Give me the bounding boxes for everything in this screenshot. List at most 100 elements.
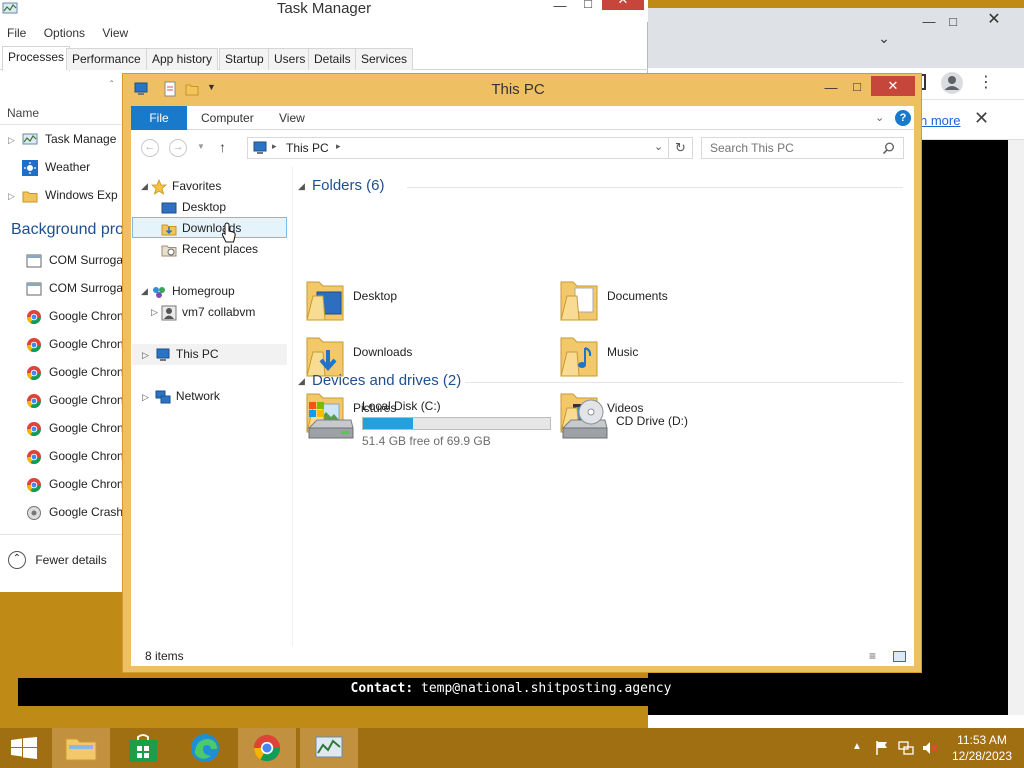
chrome-close-button[interactable]: ✕: [968, 10, 1020, 30]
tab-app-history[interactable]: App history: [146, 48, 219, 70]
tab-services[interactable]: Services: [355, 48, 414, 70]
learn-more-link[interactable]: n more: [920, 113, 960, 128]
folder-documents[interactable]: Documents: [557, 274, 777, 326]
list-item[interactable]: COM Surroga: [26, 276, 123, 300]
nav-recent-places[interactable]: Recent places: [161, 239, 258, 260]
explorer-maximize-button[interactable]: □: [847, 77, 867, 97]
tab-users[interactable]: Users: [268, 48, 312, 70]
folder-desktop[interactable]: Desktop: [303, 274, 523, 326]
refresh-button[interactable]: ↻: [669, 137, 693, 159]
nav-homegroup[interactable]: Homegroup: [151, 281, 235, 302]
volume-muted-icon[interactable]: [922, 740, 938, 756]
fewer-details-button[interactable]: ⌃ Fewer details: [8, 551, 107, 569]
nav-this-pc[interactable]: ▷ This PC: [132, 344, 287, 365]
task-manager-icon: [315, 736, 343, 758]
address-dropdown-icon[interactable]: ⌄: [654, 140, 663, 153]
breadcrumb-arrow-icon[interactable]: ▸: [272, 141, 277, 152]
drive-local-disk[interactable]: Local Disk (C:) 51.4 GB free of 69.9 GB: [303, 398, 553, 450]
collapse-arrow-icon[interactable]: ◢: [298, 181, 308, 192]
tm-menu-file[interactable]: File: [7, 26, 26, 40]
address-bar[interactable]: ▸ This PC ▸ ⌄: [247, 137, 669, 159]
column-header-name[interactable]: Name: [7, 106, 39, 120]
forward-button[interactable]: →: [169, 139, 187, 157]
expand-arrow-icon[interactable]: ▷: [8, 184, 22, 208]
chrome-scrollbar[interactable]: [1008, 140, 1024, 715]
ribbon-expand-icon[interactable]: ⌄: [875, 111, 884, 124]
help-icon[interactable]: ?: [895, 110, 911, 126]
list-item[interactable]: Google Chron: [26, 444, 124, 468]
folder-music[interactable]: Music: [557, 330, 777, 382]
taskbar-edge[interactable]: [176, 728, 234, 768]
tm-menu-view[interactable]: View: [102, 26, 128, 40]
details-view-icon[interactable]: ≡: [869, 649, 876, 663]
list-item[interactable]: Weather: [8, 155, 90, 179]
system-clock[interactable]: 11:53 AM 12/28/2023: [952, 732, 1012, 764]
list-item[interactable]: COM Surroga: [26, 248, 123, 272]
drive-cd[interactable]: CD Drive (D:): [557, 398, 777, 450]
search-icon[interactable]: [882, 142, 895, 155]
ribbon-tab-file[interactable]: File: [131, 106, 187, 130]
breadcrumb-arrow-icon[interactable]: ▸: [336, 141, 341, 152]
taskbar-explorer[interactable]: [52, 728, 110, 768]
collapse-arrow-icon[interactable]: ◢: [141, 286, 151, 297]
nav-desktop[interactable]: Desktop: [161, 197, 226, 218]
tm-maximize-button[interactable]: □: [578, 0, 598, 14]
nav-downloads[interactable]: Downloads: [132, 217, 287, 238]
list-item[interactable]: Google Crash: [26, 500, 123, 524]
nav-homegroup-user[interactable]: vm7 collabvm: [161, 302, 255, 323]
app-name: Task Manage: [45, 132, 117, 146]
show-hidden-icons-icon[interactable]: ▲: [852, 741, 862, 752]
nav-favorites[interactable]: Favorites: [151, 176, 221, 197]
explorer-close-button[interactable]: ✕: [871, 76, 915, 96]
close-icon[interactable]: ✕: [974, 108, 989, 129]
list-item[interactable]: Google Chron: [26, 472, 124, 496]
up-button[interactable]: ↑: [219, 139, 226, 155]
profile-icon[interactable]: [940, 71, 964, 95]
expand-arrow-icon[interactable]: ▷: [142, 350, 149, 360]
list-item[interactable]: Google Chron: [26, 360, 124, 384]
chrome-menu-icon[interactable]: ⋮: [978, 72, 994, 92]
list-item[interactable]: ▷ Task Manage: [8, 127, 116, 151]
ribbon-tab-view[interactable]: View: [267, 106, 317, 130]
recent-places-icon: [161, 245, 177, 257]
expand-arrow-icon[interactable]: ▷: [142, 392, 149, 402]
network-tray-icon[interactable]: [898, 740, 914, 756]
list-item[interactable]: Google Chron: [26, 388, 124, 412]
app-name: Windows Exp: [45, 188, 118, 202]
nav-network[interactable]: ▷ Network: [142, 386, 220, 407]
list-item[interactable]: Google Chron: [26, 332, 124, 356]
start-button[interactable]: [0, 728, 50, 768]
taskbar-task-manager[interactable]: [300, 728, 358, 768]
tm-close-button[interactable]: ✕: [602, 0, 644, 10]
list-item[interactable]: Google Chron: [26, 304, 124, 328]
recent-locations-icon[interactable]: ▼: [197, 142, 205, 151]
tm-menubar: File Options View: [0, 22, 648, 44]
breadcrumb[interactable]: This PC: [286, 141, 329, 155]
taskbar-store[interactable]: [114, 728, 172, 768]
collapse-arrow-icon[interactable]: ◢: [298, 376, 308, 387]
this-pc-icon: [156, 348, 170, 361]
action-center-flag-icon[interactable]: [874, 740, 890, 756]
search-box[interactable]: [701, 137, 904, 159]
devices-group-header[interactable]: Devices and drives (2): [312, 372, 461, 389]
list-item[interactable]: Google Chron: [26, 416, 124, 440]
folders-group-header[interactable]: Folders (6): [312, 177, 385, 194]
expand-arrow-icon[interactable]: ▷: [151, 307, 161, 318]
chrome-maximize-button[interactable]: □: [938, 12, 968, 32]
search-input[interactable]: [702, 138, 872, 158]
tm-minimize-button[interactable]: —: [550, 0, 570, 16]
list-item[interactable]: ▷ Windows Exp: [8, 183, 118, 207]
tm-menu-options[interactable]: Options: [44, 26, 85, 40]
tab-performance[interactable]: Performance: [66, 48, 147, 70]
back-button[interactable]: ←: [141, 139, 159, 157]
tab-processes[interactable]: Processes: [2, 46, 71, 71]
expand-arrow-icon[interactable]: ▷: [8, 128, 22, 152]
taskbar-chrome[interactable]: [238, 728, 296, 768]
tab-startup[interactable]: Startup: [219, 48, 270, 70]
large-icons-view-icon[interactable]: [893, 651, 906, 662]
collapse-arrow-icon[interactable]: ◢: [141, 181, 151, 192]
chevron-down-icon[interactable]: ⌄: [874, 28, 894, 48]
explorer-minimize-button[interactable]: —: [821, 78, 841, 98]
ribbon-tab-computer[interactable]: Computer: [189, 106, 266, 130]
tab-details[interactable]: Details: [308, 48, 357, 70]
